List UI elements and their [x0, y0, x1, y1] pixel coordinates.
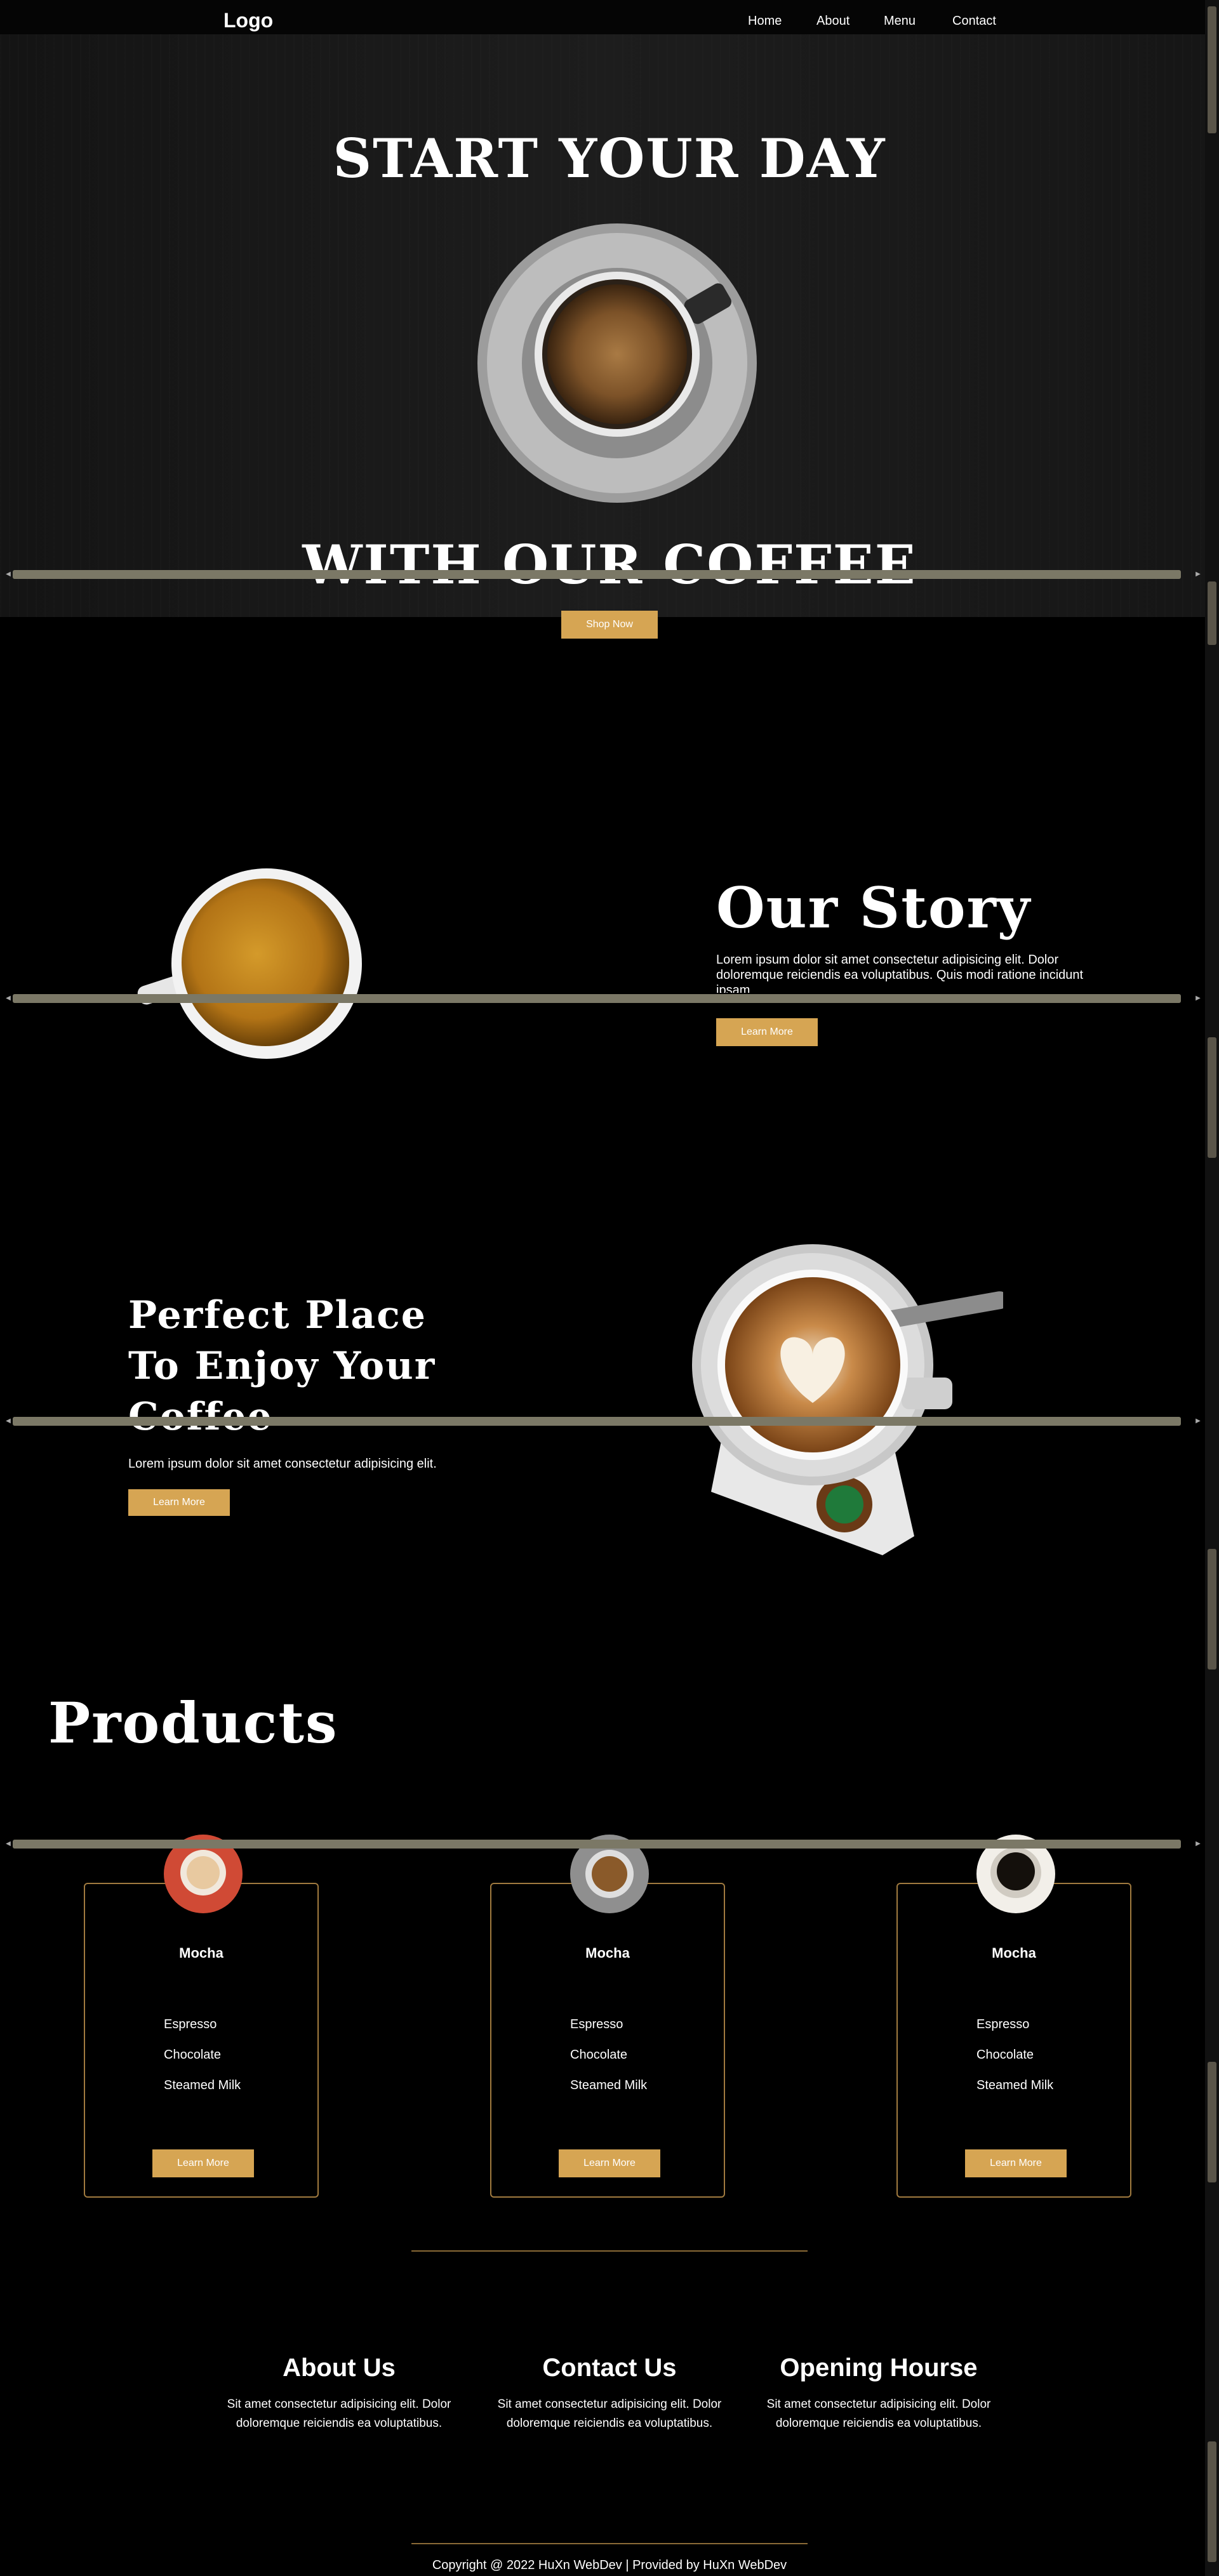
product-ingredient: Chocolate: [164, 2048, 222, 2062]
product-ingredient: Espresso: [976, 2017, 1030, 2031]
story-learn-more-button[interactable]: Learn More: [716, 1018, 818, 1046]
footer-hours-text: Sit amet consectetur adipisicing elit. D…: [766, 2398, 991, 2430]
scroll-left-arrow-icon[interactable]: ◀: [4, 1840, 13, 1849]
horizontal-scrollbar[interactable]: [13, 1840, 1181, 1849]
hero-coffee-cup-image: [477, 223, 757, 503]
footer-contact-title: Contact Us: [542, 2354, 677, 2382]
place-learn-more-button[interactable]: Learn More: [128, 1489, 230, 1516]
nav-link-contact[interactable]: Contact: [952, 14, 996, 29]
product-ingredient: Espresso: [164, 2017, 217, 2031]
product-name: Mocha: [992, 1945, 1036, 1961]
horizontal-scrollbar[interactable]: [13, 570, 1181, 579]
scroll-right-arrow-icon[interactable]: ▶: [1194, 570, 1202, 579]
product-ingredient: Chocolate: [976, 2048, 1034, 2062]
footer-about-text: Sit amet consectetur adipisicing elit. D…: [227, 2398, 451, 2430]
footer-divider: [411, 2543, 808, 2544]
vertical-scrollbar[interactable]: [1205, 0, 1219, 2576]
footer-hours: Opening Hourse Sit amet consectetur adip…: [752, 2354, 1006, 2433]
horizontal-scrollbar[interactable]: [13, 1417, 1181, 1426]
scroll-right-arrow-icon[interactable]: ▶: [1194, 1840, 1202, 1849]
footer-contact-text: Sit amet consectetur adipisicing elit. D…: [497, 2398, 722, 2430]
hero-title-line1: START YOUR DAY: [333, 127, 886, 190]
product-ingredient: Steamed Milk: [570, 2078, 648, 2092]
story-text: Lorem ipsum dolor sit amet consectetur a…: [716, 953, 1084, 993]
product-name: Mocha: [179, 1945, 223, 1961]
story-coffee-cup-image: [137, 868, 362, 1059]
scrollbar-thumb[interactable]: [1208, 1037, 1216, 1158]
footer-contact: Contact Us Sit amet consectetur adipisic…: [483, 2354, 736, 2433]
product-learn-more-button[interactable]: Learn More: [152, 2149, 254, 2177]
story-title: Our Story: [716, 875, 1032, 941]
horizontal-scrollbar[interactable]: [13, 994, 1181, 1003]
product-name: Mocha: [585, 1945, 630, 1961]
footer-divider: [411, 2250, 808, 2252]
scroll-left-arrow-icon[interactable]: ◀: [4, 994, 13, 1003]
product-learn-more-button[interactable]: Learn More: [559, 2149, 660, 2177]
scrollbar-thumb[interactable]: [1208, 581, 1216, 645]
product-ingredient: Chocolate: [570, 2048, 628, 2062]
scrollbar-thumb[interactable]: [1208, 1549, 1216, 1670]
nav-link-about[interactable]: About: [816, 14, 849, 29]
product-ingredient: Steamed Milk: [976, 2078, 1054, 2092]
scroll-right-arrow-icon[interactable]: ▶: [1194, 1417, 1202, 1426]
products-title: Products: [48, 1690, 338, 1756]
navbar: [0, 0, 1205, 34]
latte-art-image: [692, 1244, 1003, 1555]
place-text: Lorem ipsum dolor sit amet consectetur a…: [128, 1457, 437, 1471]
place-title-line1: Perfect Place: [128, 1293, 427, 1338]
place-title-line2: To Enjoy Your: [128, 1344, 436, 1388]
product-learn-more-button[interactable]: Learn More: [965, 2149, 1067, 2177]
nav-link-home[interactable]: Home: [748, 14, 782, 29]
product-ingredient: Espresso: [570, 2017, 623, 2031]
copyright-text: Copyright @ 2022 HuXn WebDev | Provided …: [432, 2558, 787, 2572]
scrollbar-thumb[interactable]: [1208, 2441, 1216, 2562]
footer-hours-title: Opening Hourse: [780, 2354, 978, 2382]
scrollbar-thumb[interactable]: [1208, 2062, 1216, 2182]
product-ingredient: Steamed Milk: [164, 2078, 241, 2092]
shop-now-button[interactable]: Shop Now: [561, 611, 658, 639]
footer-about-title: About Us: [283, 2354, 396, 2382]
hero-title-line2: WITH OUR COFFEE: [302, 533, 917, 596]
nav-link-menu[interactable]: Menu: [884, 14, 916, 29]
footer-about: About Us Sit amet consectetur adipisicin…: [212, 2354, 466, 2433]
scroll-left-arrow-icon[interactable]: ◀: [4, 1417, 13, 1426]
scroll-left-arrow-icon[interactable]: ◀: [4, 570, 13, 579]
scrollbar-thumb[interactable]: [1208, 6, 1216, 133]
scroll-right-arrow-icon[interactable]: ▶: [1194, 994, 1202, 1003]
logo[interactable]: Logo: [223, 9, 273, 32]
